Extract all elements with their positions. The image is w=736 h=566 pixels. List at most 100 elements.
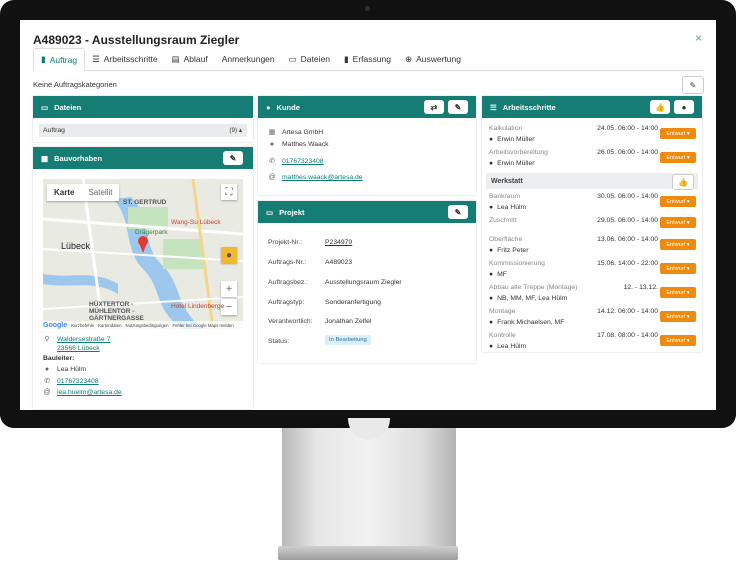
step-name: Kommissionierung bbox=[489, 260, 545, 267]
phone-row: ✆ 01767323408 bbox=[43, 377, 122, 386]
city-link[interactable]: 23566 Lübeck bbox=[57, 345, 100, 352]
email-link[interactable]: matthes.waack@artesa.de bbox=[282, 174, 363, 181]
map-tab-satellit[interactable]: Satellit bbox=[81, 184, 119, 201]
phone-icon: ✆ bbox=[269, 158, 275, 165]
edit-button[interactable]: ✎ bbox=[223, 151, 243, 165]
user-icon: ● bbox=[489, 343, 494, 350]
tab-anmerkungen[interactable]: Anmerkungen bbox=[215, 48, 282, 70]
map-footer-text[interactable]: Fehler bei Google Maps melden bbox=[173, 323, 234, 328]
file-group-row[interactable]: Auftrag (9) ▴ bbox=[39, 124, 247, 137]
status-dropdown[interactable]: Entwurf ▾ bbox=[660, 311, 696, 322]
approve-button[interactable]: 👍 bbox=[650, 100, 670, 114]
field-label: Auftragsbez.: bbox=[268, 279, 309, 286]
phone-row: ✆ 01767323408 bbox=[268, 157, 363, 166]
user-icon: ● bbox=[489, 319, 494, 326]
map-tab-karte[interactable]: Karte bbox=[47, 184, 81, 201]
edit-button[interactable]: ✎ bbox=[682, 76, 704, 94]
step-name: Arbeitsvorbereitung bbox=[489, 149, 548, 156]
group-label: Werkstatt bbox=[491, 177, 523, 185]
step-person: ● Frank Michaelsen, MF bbox=[489, 319, 564, 326]
close-icon[interactable]: × bbox=[695, 31, 702, 45]
pegman-icon[interactable]: ● bbox=[221, 247, 237, 263]
bauvorhaben-panel: ▦ Bauvorhaben ✎ Karte Satellit ⛶ ● + − S… bbox=[33, 147, 253, 409]
swap-button[interactable]: ⇄ bbox=[424, 100, 444, 114]
step-row[interactable]: Montage ● Frank Michaelsen, MF 14.12. 06:… bbox=[482, 306, 702, 330]
status-dropdown[interactable]: Entwurf ▾ bbox=[660, 217, 696, 228]
status-dropdown[interactable]: Entwurf ▾ bbox=[660, 152, 696, 163]
tab-dateien[interactable]: ▭ Dateien bbox=[282, 48, 337, 70]
tab-ablauf[interactable]: ▤ Ablauf bbox=[165, 48, 215, 70]
step-person: ● Erwin Müller bbox=[489, 160, 535, 167]
project-number-link[interactable]: P234979 bbox=[325, 239, 352, 246]
status-dropdown[interactable]: Entwurf ▾ bbox=[660, 263, 696, 274]
pencil-icon: ✎ bbox=[229, 153, 237, 163]
map-label: HÜXTERTOR - MÜHLENTOR - GÄRTNERGASSE bbox=[89, 301, 144, 322]
email-link[interactable]: lea.huelm@artesa.de bbox=[57, 389, 122, 396]
step-date: 12. - 13.12. bbox=[623, 284, 658, 291]
swap-icon: ⇄ bbox=[430, 102, 438, 112]
field-label: Status: bbox=[268, 338, 290, 345]
field-label: Auftragstyp: bbox=[268, 299, 305, 306]
map-footer-text[interactable]: Nutzungsbedingungen bbox=[125, 323, 168, 328]
status-dropdown[interactable]: Entwurf ▾ bbox=[660, 128, 696, 139]
customer-block: ▦ Artesa GmbH ● Matthes Waack ✆ 01767323408… bbox=[268, 128, 363, 182]
person-name: NB, MM, MF, Lea Hülm bbox=[497, 295, 568, 302]
status-dropdown[interactable]: Entwurf ▾ bbox=[660, 287, 696, 298]
at-icon: @ bbox=[268, 174, 276, 181]
step-row[interactable]: Zuschnitt 29.05. 06:00 - 14:00 Entwurf ▾ bbox=[482, 215, 702, 234]
monitor-stand bbox=[282, 428, 456, 546]
google-logo: Google bbox=[43, 321, 68, 329]
at-icon: @ bbox=[43, 389, 51, 396]
address-block: ⚲ Waldersestraße 7 23566 Lübeck Bauleiter… bbox=[43, 335, 122, 397]
map-footer-text[interactable]: Kurzbefehle bbox=[71, 323, 94, 328]
edit-button[interactable]: ✎ bbox=[448, 100, 468, 114]
user-icon: ● bbox=[489, 247, 494, 254]
field-value: Ausstellungsraum Ziegler bbox=[325, 279, 402, 286]
status-dropdown[interactable]: Entwurf ▾ bbox=[660, 196, 696, 207]
assign-user-button[interactable]: ● bbox=[674, 100, 694, 114]
step-row[interactable]: Arbeitsvorbereitung ● Erwin Müller 26.05.… bbox=[482, 147, 702, 171]
map[interactable]: Karte Satellit ⛶ ● + − ST. GERTRUD Lübec… bbox=[43, 179, 243, 329]
step-name: Bankraum bbox=[489, 193, 520, 200]
step-row[interactable]: Kalkulation ● Erwin Müller 24.05. 06:00 -… bbox=[482, 123, 702, 147]
phone-link[interactable]: 01767323408 bbox=[282, 158, 324, 165]
step-row[interactable]: Kommissionierung ● MF 15.06. 14:00 - 22:0… bbox=[482, 258, 702, 282]
status-dropdown[interactable]: Entwurf ▾ bbox=[660, 239, 696, 250]
status-dropdown[interactable]: Entwurf ▾ bbox=[660, 335, 696, 346]
tab-label: Erfassung bbox=[352, 54, 391, 64]
tab-auswertung[interactable]: ⊕ Auswertung bbox=[398, 48, 468, 70]
screen: A489023 - Ausstellungsraum Ziegler × ▮ Au… bbox=[20, 20, 716, 410]
tab-erfassung[interactable]: ▮ Erfassung bbox=[337, 48, 398, 70]
tab-label: Auswertung bbox=[416, 54, 461, 64]
zoom-in-icon[interactable]: + bbox=[221, 281, 237, 297]
step-date: 26.05. 06:00 - 14:00 bbox=[597, 149, 658, 156]
order-modal: A489023 - Ausstellungsraum Ziegler × ▮ Au… bbox=[20, 20, 716, 410]
tab-label: Anmerkungen bbox=[221, 54, 275, 64]
monitor-frame: A489023 - Ausstellungsraum Ziegler × ▮ Au… bbox=[0, 0, 736, 428]
map-footer-text[interactable]: Kartendaten bbox=[98, 323, 121, 328]
street-link[interactable]: Waldersestraße 7 bbox=[57, 336, 110, 343]
pencil-icon: ✎ bbox=[454, 207, 462, 217]
city-row: 23566 Lübeck bbox=[43, 345, 122, 352]
person-name: Matthes Waack bbox=[282, 141, 329, 148]
user-icon: ● bbox=[489, 271, 494, 278]
tab-arbeitsschritte[interactable]: ☰ Arbeitsschritte bbox=[85, 48, 164, 70]
step-row[interactable]: Abbau alte Treppe (Montage) ● NB, MM, MF,… bbox=[482, 282, 702, 306]
edit-button[interactable]: ✎ bbox=[448, 205, 468, 219]
step-person: ● NB, MM, MF, Lea Hülm bbox=[489, 295, 567, 302]
tab-bar: ▮ Auftrag ☰ Arbeitsschritte ▤ Ablauf Anmerk… bbox=[33, 48, 703, 71]
user-icon: ● bbox=[489, 204, 494, 211]
step-date: 13.06. 06:00 - 14:00 bbox=[597, 236, 658, 243]
approve-button[interactable]: 👍 bbox=[672, 174, 694, 190]
document-icon: ▮ bbox=[343, 53, 349, 64]
step-row[interactable]: Kontrolle ● Lea Hülm 17.08. 08:00 - 14:00… bbox=[482, 330, 702, 354]
tab-label: Ablauf bbox=[183, 54, 208, 64]
person-name: Lea Hülm bbox=[497, 204, 527, 211]
step-row[interactable]: Oberfläche ● Fritz Peter 13.06. 06:00 - 1… bbox=[482, 234, 702, 258]
phone-link[interactable]: 01767323408 bbox=[57, 378, 99, 385]
fullscreen-icon[interactable]: ⛶ bbox=[221, 184, 237, 200]
step-name: Kontrolle bbox=[489, 332, 516, 339]
panel-header: ▭ Dateien bbox=[33, 96, 253, 118]
tab-auftrag[interactable]: ▮ Auftrag bbox=[33, 48, 86, 71]
step-row[interactable]: Bankraum ● Lea Hülm 30.05. 06:00 - 14:00 … bbox=[482, 191, 702, 215]
